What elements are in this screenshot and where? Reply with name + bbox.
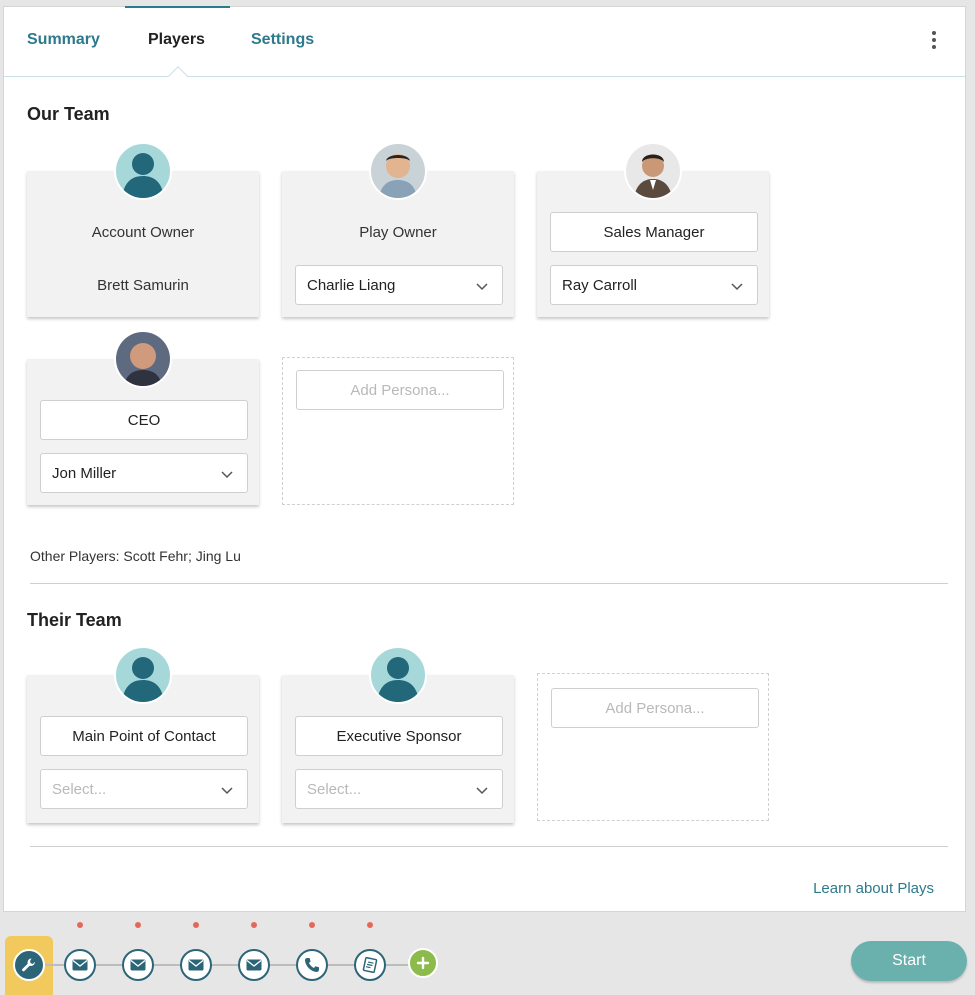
task-icon[interactable] bbox=[354, 949, 386, 981]
notification-dot bbox=[135, 922, 141, 928]
more-options-icon[interactable] bbox=[928, 31, 940, 55]
email-icon[interactable] bbox=[238, 949, 270, 981]
role-field[interactable]: Main Point of Contact bbox=[40, 716, 248, 756]
generic-person-icon bbox=[114, 646, 172, 704]
active-tab-indicator bbox=[125, 6, 230, 8]
other-players-text: Other Players: Scott Fehr; Jing Lu bbox=[30, 548, 241, 564]
notification-dot bbox=[367, 922, 373, 928]
add-persona-card: Add Persona... bbox=[282, 357, 514, 505]
email-icon[interactable] bbox=[122, 949, 154, 981]
our-team-heading: Our Team bbox=[27, 104, 110, 124]
selected-person: Jon Miller bbox=[52, 464, 117, 482]
start-button[interactable]: Start bbox=[851, 941, 967, 981]
executive-sponsor-card: Executive Sponsor Select... bbox=[282, 646, 514, 823]
their-team-heading: Their Team bbox=[27, 610, 122, 630]
role-field[interactable]: Sales Manager bbox=[550, 212, 758, 252]
chevron-down-icon bbox=[476, 283, 488, 291]
wrench-icon[interactable] bbox=[13, 949, 45, 981]
account-owner-card: Account Owner Brett Samurin bbox=[27, 142, 259, 317]
play-owner-card: Play Owner Charlie Liang bbox=[282, 142, 514, 317]
add-persona-input[interactable]: Add Persona... bbox=[296, 370, 504, 410]
selected-person: Charlie Liang bbox=[307, 276, 396, 294]
chevron-down-icon bbox=[731, 283, 743, 291]
tab-settings[interactable]: Settings bbox=[251, 31, 314, 49]
selected-person: Ray Carroll bbox=[562, 276, 638, 294]
add-persona-input[interactable]: Add Persona... bbox=[551, 688, 759, 728]
person-select[interactable]: Select... bbox=[295, 769, 503, 809]
main-contact-card: Main Point of Contact Select... bbox=[27, 646, 259, 823]
person-select[interactable]: Ray Carroll bbox=[550, 265, 758, 305]
notification-dot bbox=[309, 922, 315, 928]
person-select[interactable]: Jon Miller bbox=[40, 453, 248, 493]
generic-person-icon bbox=[369, 646, 427, 704]
phone-icon[interactable] bbox=[296, 949, 328, 981]
chevron-down-icon bbox=[221, 787, 233, 795]
person-name: Brett Samurin bbox=[97, 277, 189, 294]
tab-bar: Summary Players Settings bbox=[4, 6, 965, 77]
email-icon[interactable] bbox=[64, 949, 96, 981]
generic-person-icon bbox=[114, 142, 172, 200]
players-panel: Summary Players Settings Our Team Accoun… bbox=[3, 6, 966, 912]
tab-players[interactable]: Players bbox=[148, 31, 205, 49]
select-placeholder: Select... bbox=[52, 780, 107, 798]
plus-icon[interactable] bbox=[408, 948, 438, 978]
avatar bbox=[369, 142, 427, 200]
play-steps-bar: Start bbox=[0, 912, 975, 995]
section-divider bbox=[30, 846, 948, 847]
person-select[interactable]: Select... bbox=[40, 769, 248, 809]
notification-dot bbox=[251, 922, 257, 928]
person-select[interactable]: Charlie Liang bbox=[295, 265, 503, 305]
chevron-down-icon bbox=[476, 787, 488, 795]
select-placeholder: Select... bbox=[307, 780, 362, 798]
role-label: Account Owner bbox=[91, 224, 195, 241]
ceo-card: CEO Jon Miller bbox=[27, 330, 259, 505]
sales-manager-card: Sales Manager Ray Carroll bbox=[537, 142, 769, 317]
notification-dot bbox=[193, 922, 199, 928]
chevron-down-icon bbox=[221, 471, 233, 479]
email-icon[interactable] bbox=[180, 949, 212, 981]
add-persona-card: Add Persona... bbox=[537, 673, 769, 821]
notification-dot bbox=[77, 922, 83, 928]
role-field[interactable]: Executive Sponsor bbox=[295, 716, 503, 756]
role-label: Play Owner bbox=[359, 224, 437, 241]
avatar bbox=[624, 142, 682, 200]
tab-summary[interactable]: Summary bbox=[27, 31, 100, 49]
avatar bbox=[114, 330, 172, 388]
learn-about-plays-link[interactable]: Learn about Plays bbox=[813, 880, 934, 897]
section-divider bbox=[30, 583, 948, 584]
role-field[interactable]: CEO bbox=[40, 400, 248, 440]
